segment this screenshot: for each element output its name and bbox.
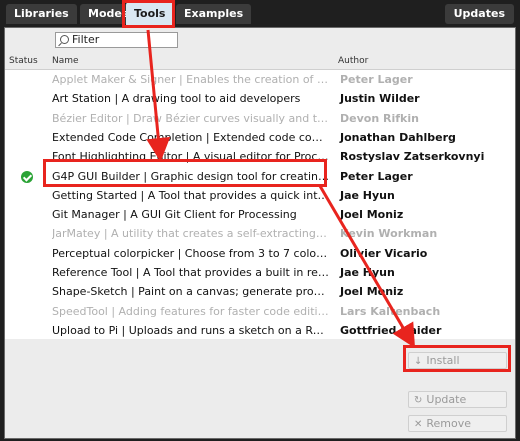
table-row[interactable]: Art Station | A drawing tool to aid deve…	[5, 89, 515, 108]
table-row[interactable]: Getting Started | A Tool that provides a…	[5, 186, 515, 205]
contribution-name: Shape-Sketch | Paint on a canvas; genera…	[52, 285, 330, 299]
table-row[interactable]: G4P GUI Builder | Graphic design tool fo…	[5, 167, 515, 186]
contribution-name: Perceptual colorpicker | Choose from 3 t…	[52, 246, 330, 260]
installed-check-icon	[21, 170, 33, 183]
contribution-author: Lars Kaltenbach	[340, 304, 441, 318]
status-cell	[21, 209, 33, 221]
status-cell	[21, 74, 33, 86]
contribution-list[interactable]: Applet Maker & Signer | Enables the crea…	[5, 69, 515, 339]
contribution-author: Kevin Workman	[340, 227, 438, 241]
status-cell	[21, 190, 33, 202]
contribution-name: Upload to Pi | Uploads and runs a sketch…	[52, 323, 330, 337]
column-header-author[interactable]: Author	[338, 56, 368, 66]
contributions-panel: Filter Status Name Author Applet Maker &…	[4, 27, 516, 439]
status-cell	[21, 248, 33, 260]
status-cell	[21, 306, 33, 318]
download-icon: ↓	[414, 356, 423, 367]
status-cell	[21, 151, 33, 163]
contribution-author: Joel Moniz	[340, 285, 404, 299]
status-cell	[21, 170, 33, 183]
remove-icon: ✕	[414, 419, 423, 430]
filter-placeholder: Filter	[72, 33, 100, 46]
table-row[interactable]: Reference Tool | A Tool that provides a …	[5, 263, 515, 282]
update-label: Update	[426, 393, 467, 406]
contribution-name: Extended Code Completion | Extended code…	[52, 130, 330, 144]
table-row[interactable]: Bézier Editor | Draw Bézier curves visua…	[5, 109, 515, 128]
status-cell	[21, 93, 33, 105]
contribution-author: Devon Rifkin	[340, 111, 419, 125]
table-row[interactable]: Font Highlighting Editor | A visual edit…	[5, 147, 515, 166]
tab-libraries[interactable]: Libraries	[6, 4, 77, 24]
contribution-author: Justin Wilder	[340, 92, 420, 106]
table-row[interactable]: Extended Code Completion | Extended code…	[5, 128, 515, 147]
contribution-author: Joel Moniz	[340, 208, 404, 222]
column-header-name[interactable]: Name	[52, 56, 79, 66]
install-label: Install	[426, 354, 460, 367]
contribution-name: JarMatey | A utility that creates a self…	[52, 227, 330, 241]
status-cell	[21, 228, 33, 240]
table-row[interactable]: Applet Maker & Signer | Enables the crea…	[5, 70, 515, 89]
refresh-icon: ↻	[414, 395, 423, 406]
contribution-author: Peter Lager	[340, 169, 413, 183]
status-cell	[21, 325, 33, 337]
remove-button[interactable]: ✕ Remove	[408, 415, 507, 432]
update-button[interactable]: ↻ Update	[408, 391, 507, 408]
tab-updates[interactable]: Updates	[444, 4, 514, 24]
contribution-author: Jonathan Dahlberg	[340, 130, 456, 144]
table-row[interactable]: Shape-Sketch | Paint on a canvas; genera…	[5, 282, 515, 301]
remove-label: Remove	[426, 417, 472, 430]
search-icon	[60, 35, 69, 44]
contribution-name: G4P GUI Builder | Graphic design tool fo…	[52, 169, 330, 183]
filter-input[interactable]: Filter	[55, 32, 178, 48]
contribution-author: Olivier Vicario	[340, 246, 428, 260]
table-row[interactable]: Upload to Pi | Uploads and runs a sketch…	[5, 321, 515, 339]
table-row[interactable]: Git Manager | A GUI Git Client for Proce…	[5, 205, 515, 224]
contribution-name: Reference Tool | A Tool that provides a …	[52, 266, 330, 279]
contribution-name: Git Manager | A GUI Git Client for Proce…	[52, 208, 297, 222]
contribution-name: Art Station | A drawing tool to aid deve…	[52, 92, 301, 106]
contribution-name: SpeedTool | Adding features for faster c…	[52, 304, 330, 318]
contribution-author: Gottfried Haider	[340, 323, 442, 337]
contribution-author: Jae Hyun	[340, 188, 395, 202]
status-cell	[21, 286, 33, 298]
status-cell	[21, 267, 33, 279]
table-row[interactable]: JarMatey | A utility that creates a self…	[5, 224, 515, 243]
status-cell	[21, 113, 33, 125]
table-row[interactable]: Perceptual colorpicker | Choose from 3 t…	[5, 244, 515, 263]
tab-examples[interactable]: Examples	[176, 4, 252, 24]
contribution-name: Getting Started | A Tool that provides a…	[52, 188, 330, 202]
header-divider	[5, 69, 515, 70]
contribution-author: Peter Lager	[340, 73, 413, 86]
contribution-author: Rostyslav Zatserkovnyi	[340, 150, 485, 164]
install-button[interactable]: ↓ Install	[408, 352, 507, 369]
contribution-name: Applet Maker & Signer | Enables the crea…	[52, 73, 330, 86]
contribution-author: Jae Hyun	[340, 266, 395, 279]
column-header-status[interactable]: Status	[9, 56, 38, 66]
table-row[interactable]: SpeedTool | Adding features for faster c…	[5, 302, 515, 321]
status-cell	[21, 132, 33, 144]
top-bar: Libraries Modes Tools Examples Updates	[0, 0, 520, 27]
tab-tools[interactable]: Tools	[126, 2, 174, 27]
contribution-name: Bézier Editor | Draw Bézier curves visua…	[52, 111, 330, 125]
contribution-name: Font Highlighting Editor | A visual edit…	[52, 150, 330, 164]
